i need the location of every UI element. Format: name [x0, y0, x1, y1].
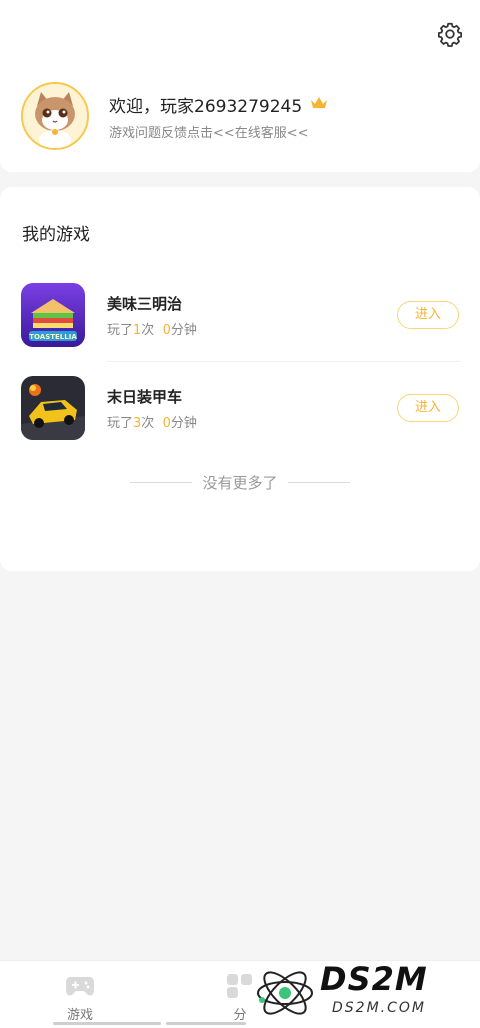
game-stats: 玩了3次 0分钟	[107, 416, 197, 431]
customer-service-link[interactable]: 游戏问题反馈点击<<在线客服<<	[109, 122, 309, 141]
tab-games[interactable]: 游戏	[0, 961, 160, 1028]
welcome-label: 欢迎，玩家2693279245	[109, 97, 303, 117]
no-more-indicator: 没有更多了	[130, 472, 350, 493]
divider-line	[288, 482, 350, 483]
avatar[interactable]	[21, 82, 89, 150]
game-name: 美味三明治	[107, 295, 183, 313]
welcome-text: 欢迎，玩家2693279245	[109, 96, 328, 118]
watermark-url: DS2M.COM	[332, 1000, 426, 1016]
enter-game-button[interactable]: 进入	[397, 394, 459, 422]
tab-label: 游戏	[66, 1008, 93, 1023]
watermark: DS2M DS2M.COM	[250, 956, 480, 1027]
divider-line	[130, 482, 192, 483]
enter-game-button[interactable]: 进入	[397, 301, 459, 329]
section-title: 我的游戏	[22, 225, 90, 245]
gamepad-icon	[66, 977, 94, 996]
play-minutes: 0	[162, 416, 171, 431]
crown-icon	[310, 97, 327, 108]
game-row[interactable]: TOASTELLIA 美味三明治 玩了1次 0分钟 进入	[0, 283, 480, 367]
cat-avatar-icon	[23, 84, 87, 148]
armored-car-game-icon[interactable]	[21, 376, 85, 440]
gear-icon[interactable]	[437, 21, 463, 47]
play-minutes: 0	[162, 323, 171, 338]
row-divider	[107, 361, 460, 362]
my-games-section: 我的游戏 TOASTELLIA 美味三明治 玩了1次 0分钟 进入 末日装甲车 …	[0, 187, 480, 571]
no-more-text: 没有更多了	[202, 474, 278, 492]
watermark-title: DS2M	[320, 960, 428, 998]
home-indicator	[166, 1022, 246, 1025]
sandwich-game-icon[interactable]: TOASTELLIA	[21, 283, 85, 347]
profile-header: 欢迎，玩家2693279245 游戏问题反馈点击<<在线客服<<	[0, 0, 480, 172]
game-stats: 玩了1次 0分钟	[107, 323, 197, 338]
game-row[interactable]: 末日装甲车 玩了3次 0分钟 进入	[0, 376, 480, 460]
game-name: 末日装甲车	[107, 388, 183, 406]
game-icon-text: TOASTELLIA	[29, 333, 77, 341]
home-indicator	[53, 1022, 161, 1025]
atom-logo-icon	[257, 971, 313, 1015]
